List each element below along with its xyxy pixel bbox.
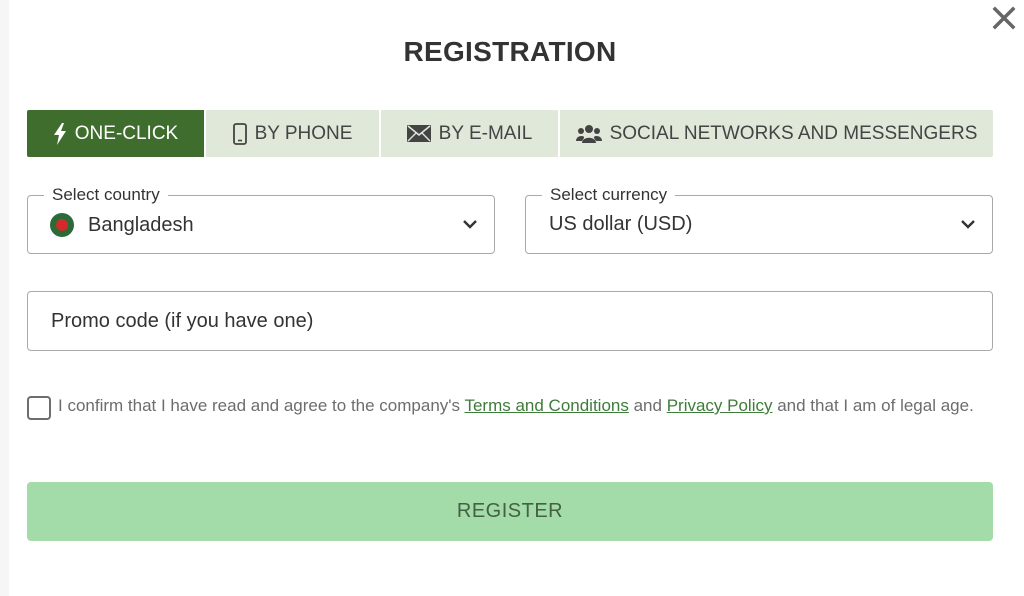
tab-social-networks[interactable]: SOCIAL NETWORKS AND MESSENGERS — [560, 110, 993, 157]
chevron-down-icon — [961, 220, 975, 229]
tab-label: BY PHONE — [254, 122, 353, 144]
currency-select-label: Select currency — [542, 185, 676, 205]
close-icon — [992, 6, 1016, 30]
lightning-icon — [53, 122, 66, 145]
tab-by-phone[interactable]: BY PHONE — [206, 110, 381, 157]
agreement-text-middle: and — [628, 396, 667, 415]
agreement-text-before: I confirm that I have read and agree to … — [58, 396, 465, 415]
currency-select[interactable]: Select currency US dollar (USD) — [525, 185, 993, 254]
tab-label: BY E-MAIL — [438, 122, 533, 144]
agreement-text: I confirm that I have read and agree to … — [58, 395, 988, 416]
bangladesh-flag-icon — [50, 213, 74, 237]
phone-icon — [232, 122, 247, 145]
tab-by-email[interactable]: BY E-MAIL — [381, 110, 560, 157]
currency-select-value-group: US dollar (USD) — [549, 213, 692, 236]
tab-one-click[interactable]: ONE-CLICK — [27, 110, 206, 157]
currency-select-value: US dollar (USD) — [549, 213, 693, 235]
country-select-value-group: Bangladesh — [50, 213, 194, 237]
background-edge — [0, 0, 9, 596]
envelope-icon — [406, 125, 431, 142]
close-button[interactable] — [988, 2, 1020, 34]
tab-label: SOCIAL NETWORKS AND MESSENGERS — [609, 122, 978, 144]
country-select-value: Bangladesh — [88, 213, 194, 236]
dialog-title: REGISTRATION — [403, 36, 617, 67]
terms-link[interactable]: Terms and Conditions — [464, 396, 628, 415]
agree-checkbox[interactable] — [27, 396, 51, 420]
promo-code-input[interactable] — [28, 292, 992, 350]
users-icon — [575, 124, 602, 143]
chevron-down-icon — [463, 220, 477, 229]
registration-tabs: ONE-CLICK BY PHONE BY E-MAIL SOCIAL NETW… — [27, 110, 993, 157]
country-select[interactable]: Select country Bangladesh — [27, 185, 495, 254]
promo-code-field — [27, 291, 993, 351]
privacy-link[interactable]: Privacy Policy — [667, 396, 773, 415]
country-select-label: Select country — [44, 185, 168, 205]
agreement-text-after: and that I am of legal age. — [772, 396, 974, 415]
tab-label: ONE-CLICK — [74, 122, 179, 144]
register-button[interactable]: REGISTER — [27, 482, 993, 541]
